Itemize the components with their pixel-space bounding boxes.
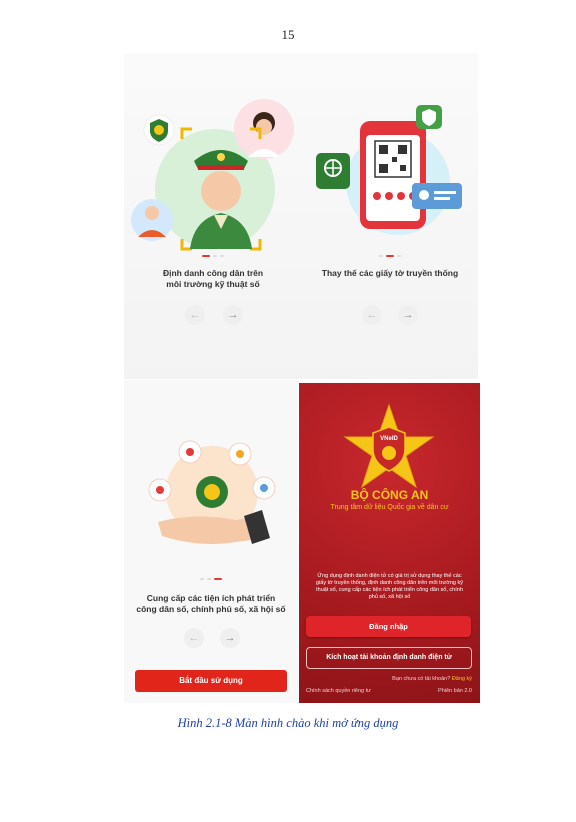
caption-line-1: Cung cấp các tiện ích phát triển bbox=[146, 593, 276, 603]
onboarding-caption: Cung cấp các tiện ích phát triển công dâ… bbox=[124, 593, 298, 615]
onboarding-caption: Thay thế các giấy tờ truyền thống bbox=[302, 268, 478, 279]
login-button[interactable]: Đăng nhập bbox=[306, 616, 471, 637]
app-version: Phiên bản 2.0 bbox=[438, 688, 472, 694]
next-arrow-button[interactable]: → bbox=[223, 305, 243, 325]
prev-arrow-button[interactable]: ← bbox=[362, 305, 382, 325]
org-subtitle: Trung tâm dữ liệu Quốc gia về dân cư bbox=[330, 504, 449, 511]
pagination-dots bbox=[302, 255, 478, 257]
register-prompt: Bạn chưa có tài khoản? Đăng ký bbox=[392, 676, 472, 682]
page-number: 15 bbox=[281, 27, 295, 42]
police-badge-icon bbox=[143, 114, 175, 146]
emblem-label: VNeID bbox=[380, 436, 398, 442]
caption-line-2: môi trường kỹ thuật số bbox=[166, 279, 260, 289]
officer-illustration bbox=[131, 99, 294, 251]
hand-services-illustration bbox=[148, 440, 276, 544]
onboarding-screen-identity: Định danh công dân trên môi trường kỹ th… bbox=[124, 53, 302, 379]
onboarding-screen-documents: Thay thế các giấy tờ truyền thống ← → bbox=[302, 53, 478, 379]
pagination-dots bbox=[124, 578, 298, 580]
org-name: BỘ CÔNG AN bbox=[350, 488, 429, 502]
activate-account-button[interactable]: Kích hoạt tài khoản định danh điện tử bbox=[306, 647, 472, 669]
prev-arrow-button[interactable]: ← bbox=[184, 628, 204, 648]
next-arrow-button[interactable]: → bbox=[398, 305, 418, 325]
onboarding-caption: Định danh công dân trên môi trường kỹ th… bbox=[124, 268, 302, 290]
login-screen: VNeID BỘ CÔNG AN Trung tâm dữ liệu Quốc … bbox=[299, 383, 480, 703]
phone-qr-illustration bbox=[316, 105, 462, 235]
onboarding-screen-services: Cung cấp các tiện ích phát triển công dâ… bbox=[124, 380, 298, 703]
register-link[interactable]: Đăng ký bbox=[452, 676, 472, 682]
prev-arrow-button[interactable]: ← bbox=[185, 305, 205, 325]
app-description: Ứng dụng định danh điện tử có giá trị sử… bbox=[316, 573, 463, 600]
pagination-dots bbox=[124, 255, 302, 257]
privacy-policy-link[interactable]: Chính sách quyền riêng tư bbox=[306, 688, 371, 694]
caption-line-1: Định danh công dân trên bbox=[162, 268, 264, 278]
caption-line-2: công dân số, chính phủ số, xã hội số bbox=[136, 604, 286, 614]
start-using-button[interactable]: Bắt đầu sử dụng bbox=[135, 670, 287, 692]
no-account-text: Bạn chưa có tài khoản? bbox=[392, 676, 451, 682]
figure-caption: Hình 2.1-8 Màn hình chào khi mở ứng dụng bbox=[177, 716, 399, 730]
caption-line-1: Thay thế các giấy tờ truyền thống bbox=[321, 268, 459, 278]
next-arrow-button[interactable]: → bbox=[220, 628, 240, 648]
